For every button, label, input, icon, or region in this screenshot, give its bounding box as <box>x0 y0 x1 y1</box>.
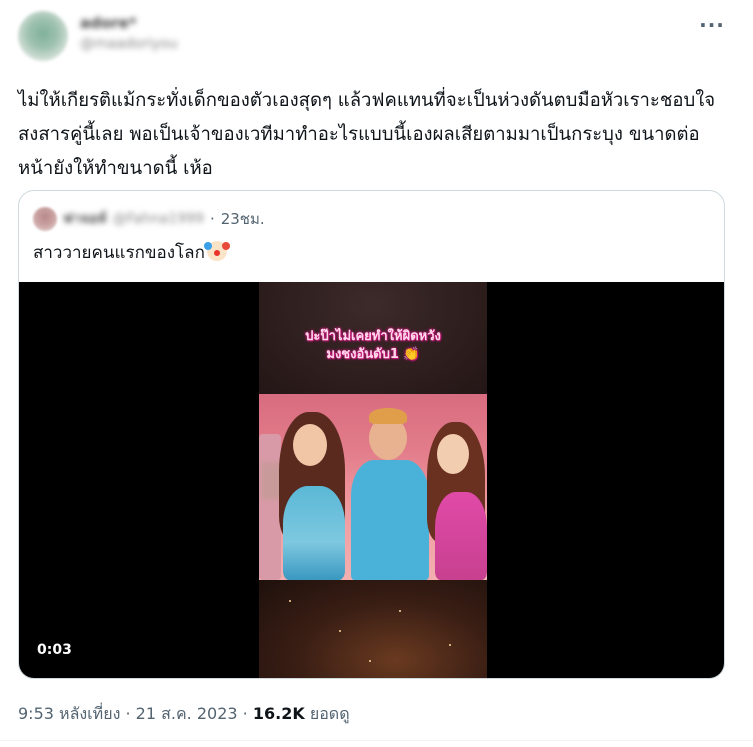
views-count: 16.2K <box>252 704 305 723</box>
footer-separator: · <box>242 704 248 723</box>
person2-shirt <box>351 460 429 580</box>
sparkle <box>339 630 341 632</box>
more-icon: ··· <box>699 13 725 37</box>
quoted-tweet-text: สาววายคนแรกของโลก <box>33 239 227 266</box>
tweet: adore* @maadoriyou ··· ไม่ให้เกียรติแม้ก… <box>0 0 753 747</box>
tweet-text: ไม่ให้เกียรติแม้กระทั่งเด็กของตัวเองสุดๆ… <box>18 90 716 179</box>
quoted-author-handle[interactable]: @Fahna1999 <box>113 211 204 227</box>
quoted-separator: · <box>209 210 215 228</box>
sparkle <box>369 660 371 662</box>
video-caption: ปะป๊าไม่เคยทำให้ผิดหวัง มงชงอันดับ1 👏 <box>259 328 487 364</box>
sparkle <box>399 610 401 612</box>
sparkle <box>449 644 451 646</box>
person-left-edge <box>259 434 281 580</box>
author-avatar[interactable] <box>18 11 68 61</box>
video-caption-line2: มงชงอันดับ1 👏 <box>326 347 420 362</box>
person3-dress <box>435 492 487 580</box>
author-handle[interactable]: @maadoriyou <box>80 36 178 52</box>
video-duration: 0:03 <box>37 642 72 658</box>
quoted-tweet[interactable]: ฟาจอห์ @Fahna1999 · 23ชม. สาววายคนแรกของ… <box>18 190 725 679</box>
quoted-text: สาววายคนแรกของโลก <box>33 243 205 263</box>
quoted-author-name[interactable]: ฟาจอห์ <box>63 208 107 230</box>
quoted-timestamp[interactable]: 23ชม. <box>221 207 265 231</box>
quoted-tweet-header: ฟาจอห์ @Fahna1999 · 23ชม. <box>33 207 265 231</box>
more-options-button[interactable]: ··· <box>699 12 725 38</box>
clown-face-icon <box>203 241 227 261</box>
person1-face <box>293 424 327 466</box>
divider <box>0 740 753 741</box>
tweet-footer: 9:53 หลังเที่ยง · 21 ส.ค. 2023 · 16.2K ย… <box>18 702 350 727</box>
video-caption-line1: ปะป๊าไม่เคยทำให้ผิดหวัง <box>305 329 441 344</box>
person2-hair <box>369 408 407 424</box>
views-label: ยอดดู <box>309 704 350 723</box>
footer-separator: · <box>125 704 131 723</box>
author-info[interactable]: adore* @maadoriyou <box>80 14 178 52</box>
video-bottom-area <box>259 580 487 678</box>
stage-scene <box>259 394 487 580</box>
video-frame: ปะป๊าไม่เคยทำให้ผิดหวัง มงชงอันดับ1 👏 <box>259 282 487 678</box>
tweet-time[interactable]: 9:53 หลังเที่ยง <box>18 704 120 723</box>
video-player[interactable]: ปะป๊าไม่เคยทำให้ผิดหวัง มงชงอันดับ1 👏 0:… <box>19 282 724 678</box>
quoted-author-avatar[interactable] <box>33 207 57 231</box>
tweet-date[interactable]: 21 ส.ค. 2023 <box>136 704 238 723</box>
sparkle <box>289 600 291 602</box>
person1-dress <box>283 486 345 580</box>
person3-face <box>437 434 469 474</box>
author-name[interactable]: adore* <box>80 14 178 32</box>
